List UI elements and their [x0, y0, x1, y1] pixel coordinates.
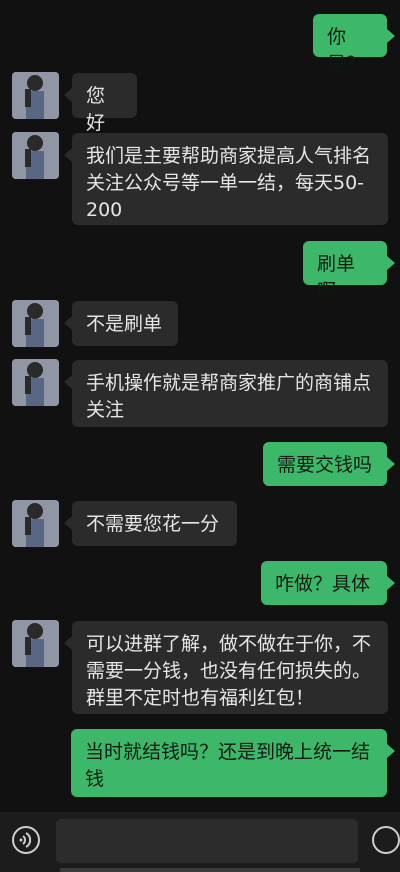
avatar[interactable]: [12, 500, 59, 547]
message-bubble-incoming[interactable]: 不需要您花一分: [64, 501, 237, 546]
message-bubble-outgoing[interactable]: 当时就结钱吗？还是到晚上统一结钱: [71, 729, 395, 797]
input-bar: [0, 812, 400, 872]
message-bubble-incoming[interactable]: 我们是主要帮助商家提高人气排名关注公众号等一单一结，每天50-200: [64, 133, 388, 225]
avatar[interactable]: [12, 359, 59, 406]
message-bubble-outgoing[interactable]: 刷单啊: [303, 241, 395, 302]
message-bubble-incoming[interactable]: 手机操作就是帮商家推广的商铺点关注: [64, 360, 388, 427]
avatar[interactable]: [12, 72, 59, 119]
avatar[interactable]: [12, 620, 59, 667]
avatar[interactable]: [12, 300, 59, 347]
message-input[interactable]: [56, 819, 358, 863]
avatar[interactable]: [12, 132, 59, 179]
message-bubble-outgoing[interactable]: 你是？: [313, 14, 395, 75]
message-bubble-outgoing[interactable]: 需要交钱吗: [263, 442, 395, 486]
message-bubble-incoming[interactable]: 不是刷单: [64, 301, 178, 346]
message-bubble-incoming[interactable]: 可以进群了解，做不做在于你，不需要一分钱，也没有任何损失的。群里不定时也有福利红…: [64, 621, 388, 714]
message-bubble-outgoing[interactable]: 咋做？具体: [261, 561, 395, 605]
voice-icon[interactable]: [12, 826, 40, 854]
message-bubble-incoming[interactable]: 您好: [64, 73, 137, 134]
home-indicator: [60, 868, 360, 872]
emoji-icon[interactable]: [372, 826, 400, 854]
